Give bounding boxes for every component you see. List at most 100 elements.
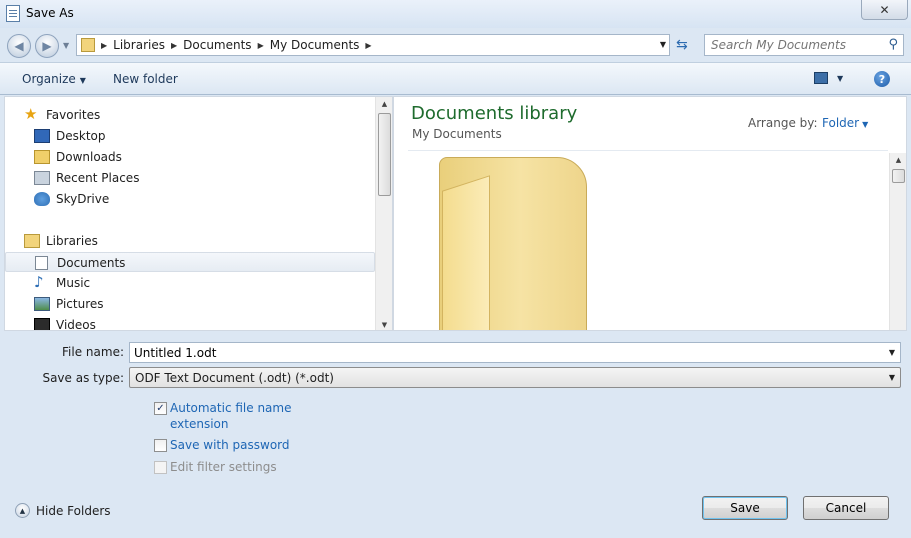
nav-item-music[interactable]: ♪ Music xyxy=(5,273,375,293)
search-icon[interactable]: ⚲ xyxy=(888,37,898,52)
nav-libraries[interactable]: Libraries xyxy=(5,231,375,251)
chevron-up-icon: ▲ xyxy=(15,503,30,518)
hide-folders-button[interactable]: ▲ Hide Folders xyxy=(15,503,111,518)
save-as-type-dropdown[interactable]: ODF Text Document (.odt) (*.odt) ▼ xyxy=(129,367,901,388)
pictures-icon xyxy=(34,297,50,311)
arrange-by-value: Folder xyxy=(822,116,860,130)
breadcrumb-documents[interactable]: Documents xyxy=(183,38,251,52)
arrange-by-label: Arrange by: xyxy=(748,116,818,130)
chevron-down-icon: ▼ xyxy=(862,120,869,129)
save-as-type-label: Save as type: xyxy=(42,371,124,385)
nav-item-label: Recent Places xyxy=(56,171,140,185)
view-options-dropdown[interactable]: ▼ xyxy=(837,74,843,83)
arrange-by-dropdown[interactable]: Folder ▼ xyxy=(822,116,868,130)
videos-icon xyxy=(34,318,50,330)
scroll-up-icon[interactable]: ▲ xyxy=(376,100,392,108)
address-row: ◀ ▶ ▼ ▶ Libraries ▶ Documents ▶ My Docum… xyxy=(0,28,911,62)
nav-item-label: Documents xyxy=(57,256,126,270)
save-button[interactable]: Save xyxy=(702,496,788,520)
file-name-label: File name: xyxy=(62,345,124,359)
nav-item-label: Downloads xyxy=(56,150,122,164)
music-icon: ♪ xyxy=(34,273,44,291)
folder-flap xyxy=(442,175,490,330)
folder-icon xyxy=(81,38,95,52)
title-bar: Save As ✕ xyxy=(0,0,911,28)
search-input[interactable] xyxy=(705,35,875,55)
chevron-right-icon[interactable]: ▶ xyxy=(258,41,264,50)
navigation-scrollbar[interactable]: ▲ ▼ xyxy=(375,97,392,330)
nav-item-documents[interactable]: Documents xyxy=(5,252,375,272)
address-bar[interactable]: ▶ Libraries ▶ Documents ▶ My Documents ▶… xyxy=(76,34,670,56)
downloads-icon xyxy=(34,150,50,164)
auto-extension-label-line1: Automatic file name xyxy=(170,401,292,415)
desktop-icon xyxy=(34,129,50,143)
back-arrow-icon: ◀ xyxy=(14,39,24,53)
command-bar: Organize ▼ New folder ▼ ? xyxy=(0,62,911,95)
save-with-password-checkbox[interactable] xyxy=(154,439,167,452)
nav-item-videos[interactable]: Videos xyxy=(5,315,375,331)
nav-item-recent-places[interactable]: Recent Places xyxy=(5,168,375,188)
nav-libraries-label: Libraries xyxy=(46,234,98,248)
scrollbar-thumb[interactable] xyxy=(378,113,391,196)
refresh-icon[interactable]: ⇆ xyxy=(676,37,694,55)
edit-filter-settings-label[interactable]: Edit filter settings xyxy=(170,460,277,474)
auto-extension-label-line2: extension xyxy=(170,417,229,431)
nav-item-pictures[interactable]: Pictures xyxy=(5,294,375,314)
content-pane: Documents library My Documents Arrange b… xyxy=(393,96,907,331)
file-name-combobox: ▼ xyxy=(129,342,901,363)
content-scrollbar[interactable]: ▲ xyxy=(889,153,906,330)
chevron-down-icon[interactable]: ▼ xyxy=(889,348,895,357)
chevron-down-icon: ▼ xyxy=(79,76,86,85)
nav-favorites-label: Favorites xyxy=(46,108,101,122)
search-box: ⚲ xyxy=(704,34,904,56)
skydrive-icon xyxy=(34,192,50,206)
library-title: Documents library xyxy=(411,103,578,124)
back-button[interactable]: ◀ xyxy=(7,34,31,58)
auto-extension-checkbox[interactable]: ✓ xyxy=(154,402,167,415)
scroll-up-icon[interactable]: ▲ xyxy=(890,156,906,164)
edit-filter-settings-checkbox[interactable] xyxy=(154,461,167,474)
chevron-right-icon[interactable]: ▶ xyxy=(101,41,107,50)
recent-places-icon xyxy=(34,171,50,185)
nav-item-label: Desktop xyxy=(56,129,106,143)
library-subtitle: My Documents xyxy=(412,127,502,141)
organize-label: Organize xyxy=(22,72,76,86)
nav-item-skydrive[interactable]: SkyDrive xyxy=(5,189,375,209)
change-view-icon[interactable] xyxy=(814,72,828,84)
nav-item-downloads[interactable]: Downloads xyxy=(5,147,375,167)
chevron-down-icon: ▼ xyxy=(888,373,895,382)
forward-button[interactable]: ▶ xyxy=(35,34,59,58)
address-dropdown-button[interactable]: ▼ xyxy=(660,40,666,49)
navigation-pane: ★ Favorites Desktop Downloads Recent Pla… xyxy=(4,96,393,331)
close-button[interactable]: ✕ xyxy=(861,0,908,20)
star-icon: ★ xyxy=(24,105,38,123)
organize-button[interactable]: Organize ▼ xyxy=(22,72,86,86)
recent-locations-dropdown[interactable]: ▼ xyxy=(63,41,69,50)
scroll-down-icon[interactable]: ▼ xyxy=(376,321,392,329)
window-title: Save As xyxy=(26,6,74,20)
breadcrumb-my-documents[interactable]: My Documents xyxy=(270,38,360,52)
hide-folders-label: Hide Folders xyxy=(36,503,111,518)
document-icon xyxy=(6,5,20,22)
breadcrumb: ▶ Libraries ▶ Documents ▶ My Documents ▶ xyxy=(101,38,372,52)
documents-icon xyxy=(35,256,48,270)
help-icon[interactable]: ? xyxy=(874,71,890,87)
save-with-password-label[interactable]: Save with password xyxy=(170,438,290,452)
chevron-right-icon[interactable]: ▶ xyxy=(365,41,371,50)
nav-favorites[interactable]: ★ Favorites xyxy=(5,105,375,125)
divider xyxy=(408,150,888,151)
nav-item-label: SkyDrive xyxy=(56,192,110,206)
nav-item-label: Music xyxy=(56,276,91,290)
save-as-type-value: ODF Text Document (.odt) (*.odt) xyxy=(135,371,334,385)
forward-arrow-icon: ▶ xyxy=(42,39,52,53)
scrollbar-thumb[interactable] xyxy=(892,169,905,183)
new-folder-button[interactable]: New folder xyxy=(113,72,178,86)
libraries-icon xyxy=(24,234,40,248)
file-name-input[interactable] xyxy=(130,343,870,362)
nav-item-label: Videos xyxy=(56,318,96,331)
chevron-right-icon[interactable]: ▶ xyxy=(171,41,177,50)
nav-item-desktop[interactable]: Desktop xyxy=(5,126,375,146)
cancel-button[interactable]: Cancel xyxy=(803,496,889,520)
auto-extension-label[interactable]: Automatic file name extension xyxy=(170,401,291,431)
breadcrumb-libraries[interactable]: Libraries xyxy=(113,38,165,52)
